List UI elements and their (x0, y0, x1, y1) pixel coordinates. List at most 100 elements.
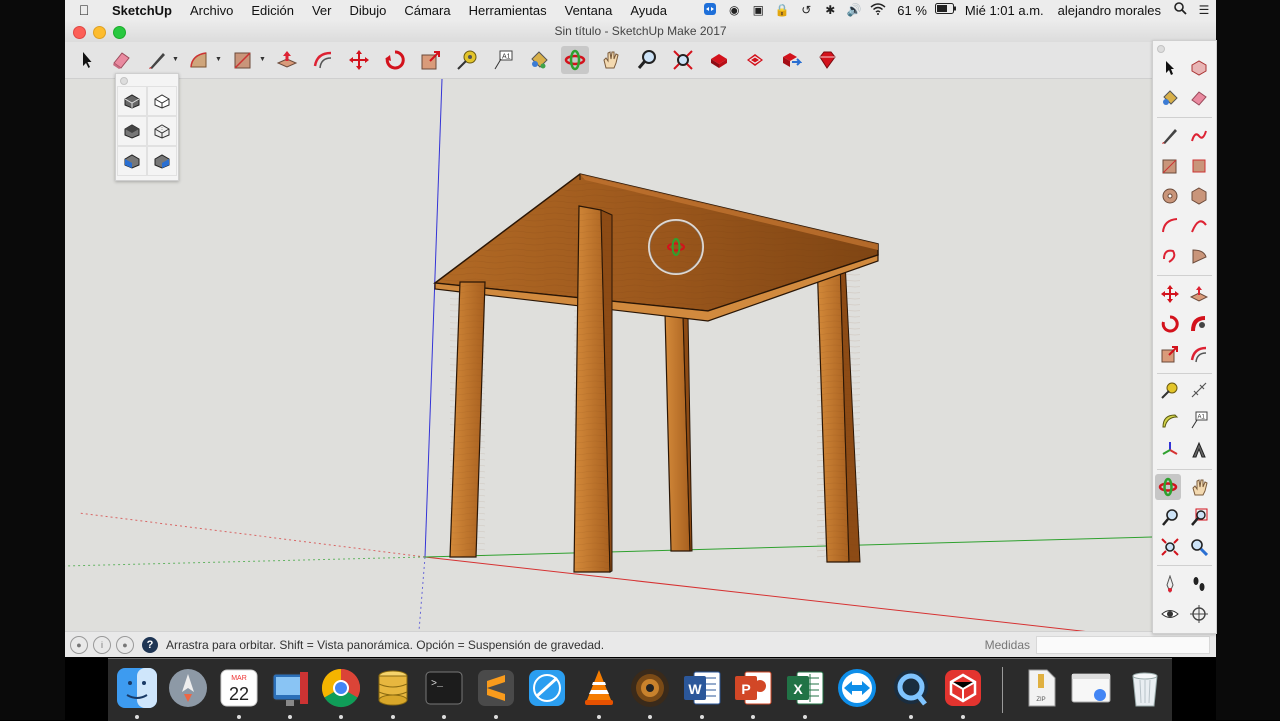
model-canvas[interactable] (65, 79, 1152, 631)
offset-icon[interactable] (1186, 341, 1212, 367)
calendar-icon[interactable]: MAR 22 (216, 665, 262, 719)
audio-app-icon[interactable] (627, 665, 673, 719)
archive-file-icon[interactable]: ZIP (1018, 665, 1064, 711)
photo-booth-icon[interactable] (267, 665, 313, 719)
sublime-text-icon[interactable] (473, 665, 519, 719)
sequel-pro-icon[interactable] (370, 665, 416, 719)
rotate-tool-icon[interactable] (381, 46, 409, 74)
table-leg-front-center[interactable] (573, 205, 613, 573)
table-leg-back-right[interactable] (816, 258, 861, 563)
user-name[interactable]: alejandro morales (1051, 3, 1168, 18)
view-wireframe-icon[interactable] (147, 86, 177, 116)
3d-warehouse-icon[interactable] (705, 46, 733, 74)
arc-tool-dropdown-arrow[interactable]: ▼ (215, 56, 222, 63)
orbit-tool-icon[interactable] (561, 46, 589, 74)
menu-dibujo[interactable]: Dibujo (340, 3, 395, 18)
eraser-icon[interactable] (1186, 85, 1212, 111)
volume-icon[interactable]: 🔊 (842, 3, 866, 17)
menu-ventana[interactable]: Ventana (556, 3, 622, 18)
offset-tool-icon[interactable] (309, 46, 337, 74)
tool-palette-header[interactable] (1153, 41, 1216, 53)
make-component-icon[interactable] (1186, 55, 1212, 81)
table-leg-back-center[interactable] (664, 312, 693, 552)
paint-icon[interactable] (1157, 85, 1183, 111)
view-shaded-icon[interactable] (147, 146, 177, 176)
word-icon[interactable]: W (679, 665, 725, 719)
walk-icon[interactable] (1186, 571, 1212, 597)
time-machine-icon[interactable]: ↺ (794, 3, 818, 17)
teamviewer-tray-icon[interactable] (698, 2, 722, 19)
polygon-icon[interactable] (1186, 183, 1212, 209)
ruby-console-icon[interactable] (813, 46, 841, 74)
zoom-extents-icon[interactable] (1157, 534, 1183, 560)
dimension-icon[interactable] (1186, 377, 1212, 403)
circle-icon[interactable] (1157, 183, 1183, 209)
chrome-icon[interactable] (318, 665, 364, 719)
spotlight-search-icon[interactable] (1168, 2, 1192, 18)
tape-measure-tool-icon[interactable] (453, 46, 481, 74)
table-leg-front-left[interactable] (449, 281, 486, 558)
instructor-help-icon[interactable]: ? (142, 636, 158, 653)
vlc-icon[interactable] (576, 665, 622, 719)
move-tool-icon[interactable] (345, 46, 373, 74)
push-pull-icon[interactable] (1186, 281, 1212, 307)
scale-icon[interactable] (1157, 341, 1183, 367)
zoom-window-icon[interactable] (1186, 504, 1212, 530)
3d-text-icon[interactable] (1186, 437, 1212, 463)
record-icon[interactable]: ◉ (722, 3, 746, 17)
launchpad-icon[interactable] (165, 665, 211, 711)
orbit-icon[interactable] (1155, 474, 1181, 500)
geolocation-icon[interactable]: ● (70, 635, 88, 654)
section-plane-icon[interactable] (1186, 601, 1212, 627)
move-icon[interactable] (1157, 281, 1183, 307)
share-model-icon[interactable] (777, 46, 805, 74)
3d-viewport[interactable] (65, 79, 1152, 631)
look-around-icon[interactable] (1157, 601, 1183, 627)
screen-icon[interactable]: ▣ (746, 3, 770, 17)
zoom-tool-icon[interactable] (633, 46, 661, 74)
follow-me-icon[interactable] (1186, 311, 1212, 337)
protractor-icon[interactable] (1157, 407, 1183, 433)
bluetooth-icon[interactable]: ✱ (818, 3, 842, 17)
view-iso-icon[interactable] (117, 86, 147, 116)
axes-icon[interactable] (1157, 437, 1183, 463)
freehand-icon[interactable] (1186, 123, 1212, 149)
pan-icon[interactable] (1186, 474, 1212, 500)
pan-tool-icon[interactable] (597, 46, 625, 74)
maximize-window-button[interactable] (113, 26, 126, 39)
previous-view-icon[interactable] (1186, 534, 1212, 560)
quicktime-icon[interactable] (888, 665, 934, 719)
select-icon[interactable] (1157, 55, 1183, 81)
extension-warehouse-icon[interactable] (741, 46, 769, 74)
line-tool-dropdown-arrow[interactable]: ▼ (172, 56, 179, 63)
arc-icon[interactable] (1157, 213, 1183, 239)
menu-herramientas[interactable]: Herramientas (460, 3, 556, 18)
battery-percentage[interactable]: 61 % (890, 3, 934, 18)
select-tool-icon[interactable] (73, 46, 101, 74)
arc-tool-icon[interactable] (185, 46, 213, 74)
terminal-icon[interactable]: >_ (421, 665, 467, 719)
battery-icon[interactable] (934, 3, 958, 17)
push-pull-tool-icon[interactable] (273, 46, 301, 74)
trash-icon[interactable] (1122, 665, 1168, 711)
credits-info-icon[interactable]: i (93, 635, 111, 654)
teamviewer-icon[interactable] (834, 665, 880, 711)
view-hidden-line-icon[interactable] (147, 116, 177, 146)
finder-icon[interactable] (114, 665, 160, 719)
menu-ayuda[interactable]: Ayuda (621, 3, 676, 18)
rotated-rectangle-icon[interactable] (1186, 153, 1212, 179)
apple-menu-icon[interactable]:  (65, 2, 103, 18)
scale-tool-icon[interactable] (417, 46, 445, 74)
tape-measure-icon[interactable] (1157, 377, 1183, 403)
sketchup-icon[interactable] (940, 665, 986, 719)
clock[interactable]: Mié 1:01 a.m. (958, 3, 1051, 18)
text-icon[interactable]: A1 (1186, 407, 1212, 433)
view-top-icon[interactable] (117, 116, 147, 146)
three-point-arc-icon[interactable] (1157, 243, 1183, 269)
lock-icon[interactable]: 🔒 (770, 3, 794, 17)
rectangle-tool-icon[interactable] (229, 46, 257, 74)
eraser-tool-icon[interactable] (107, 46, 135, 74)
rectangle-tool-dropdown-arrow[interactable]: ▼ (259, 56, 266, 63)
browser-window-icon[interactable] (1068, 665, 1114, 711)
zoom-icon[interactable] (1157, 504, 1183, 530)
